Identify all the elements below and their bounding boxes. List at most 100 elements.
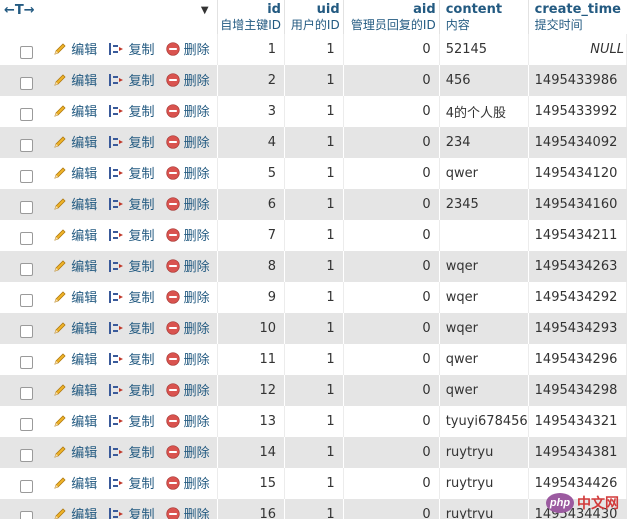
edit-link[interactable]: 编辑: [53, 287, 97, 306]
copy-label[interactable]: 复制: [128, 318, 154, 337]
copy-link[interactable]: 复制: [108, 504, 154, 519]
row-checkbox[interactable]: [20, 479, 33, 493]
cell-create-time[interactable]: 1495434321: [528, 406, 627, 437]
column-header-create-time[interactable]: create_time 提交时间: [528, 0, 626, 34]
row-checkbox[interactable]: [20, 231, 33, 245]
delete-label[interactable]: 删除: [184, 442, 210, 461]
edit-link[interactable]: 编辑: [53, 504, 97, 519]
column-name[interactable]: aid: [413, 2, 436, 17]
delete-link[interactable]: 删除: [165, 225, 210, 244]
cell-id[interactable]: 12: [217, 375, 285, 406]
cell-content[interactable]: qwer: [439, 344, 529, 375]
cell-content[interactable]: 4的个人股: [439, 96, 529, 127]
cell-content[interactable]: tyuyi678456: [439, 406, 529, 437]
copy-label[interactable]: 复制: [128, 380, 154, 399]
delete-link[interactable]: 删除: [165, 70, 210, 89]
copy-label[interactable]: 复制: [128, 70, 154, 89]
cell-id[interactable]: 6: [217, 189, 285, 220]
edit-link[interactable]: 编辑: [53, 132, 97, 151]
edit-link[interactable]: 编辑: [53, 442, 97, 461]
delete-link[interactable]: 删除: [165, 39, 210, 58]
cell-id[interactable]: 14: [217, 437, 285, 468]
edit-label[interactable]: 编辑: [71, 132, 97, 151]
delete-label[interactable]: 删除: [184, 39, 210, 58]
cell-aid[interactable]: 0: [343, 282, 440, 313]
cell-uid[interactable]: 1: [284, 499, 344, 519]
column-header-content[interactable]: content 内容: [439, 0, 529, 34]
edit-label[interactable]: 编辑: [71, 504, 97, 519]
delete-label[interactable]: 删除: [184, 287, 210, 306]
delete-label[interactable]: 删除: [184, 132, 210, 151]
copy-link[interactable]: 复制: [108, 39, 154, 58]
copy-link[interactable]: 复制: [108, 163, 154, 182]
edit-link[interactable]: 编辑: [53, 349, 97, 368]
delete-link[interactable]: 删除: [165, 256, 210, 275]
cell-aid[interactable]: 0: [343, 406, 440, 437]
edit-label[interactable]: 编辑: [71, 70, 97, 89]
cell-aid[interactable]: 0: [343, 468, 440, 499]
row-checkbox[interactable]: [20, 355, 33, 369]
delete-link[interactable]: 删除: [165, 473, 210, 492]
row-checkbox[interactable]: [20, 169, 33, 183]
cell-aid[interactable]: 0: [343, 499, 440, 519]
row-checkbox[interactable]: [20, 138, 33, 152]
cell-id[interactable]: 7: [217, 220, 285, 251]
row-checkbox[interactable]: [20, 107, 33, 121]
cell-create-time[interactable]: 1495434092: [528, 127, 626, 158]
cell-content[interactable]: 2345: [439, 189, 529, 220]
row-checkbox[interactable]: [20, 448, 33, 462]
cell-aid[interactable]: 0: [343, 65, 440, 96]
column-name[interactable]: id: [267, 2, 281, 17]
cell-create-time[interactable]: 1495434263: [528, 251, 626, 282]
cell-create-time[interactable]: 1495434293: [528, 313, 626, 344]
cell-content[interactable]: wqer: [439, 282, 529, 313]
cell-content[interactable]: wqer: [439, 251, 529, 282]
column-header-aid[interactable]: aid 管理员回复的ID: [343, 0, 440, 34]
cell-create-time[interactable]: 1495434211: [528, 220, 627, 251]
cell-uid[interactable]: 1: [284, 375, 344, 406]
delete-label[interactable]: 删除: [184, 473, 210, 492]
cell-aid[interactable]: 0: [343, 344, 440, 375]
delete-label[interactable]: 删除: [184, 318, 210, 337]
copy-label[interactable]: 复制: [128, 442, 154, 461]
cell-aid[interactable]: 0: [343, 96, 440, 127]
copy-link[interactable]: 复制: [108, 287, 154, 306]
edit-link[interactable]: 编辑: [53, 194, 97, 213]
row-checkbox[interactable]: [20, 293, 33, 307]
copy-link[interactable]: 复制: [108, 101, 154, 120]
edit-label[interactable]: 编辑: [71, 380, 97, 399]
row-checkbox[interactable]: [20, 262, 33, 276]
cell-id[interactable]: 9: [217, 282, 285, 313]
cell-content[interactable]: ruytryu: [439, 468, 529, 499]
cell-content[interactable]: ruytryu: [439, 437, 529, 468]
copy-link[interactable]: 复制: [108, 349, 154, 368]
cell-aid[interactable]: 0: [343, 313, 440, 344]
edit-label[interactable]: 编辑: [71, 101, 97, 120]
cell-create-time[interactable]: 1495433986: [528, 65, 626, 96]
edit-link[interactable]: 编辑: [53, 380, 97, 399]
delete-link[interactable]: 删除: [165, 163, 210, 182]
cell-uid[interactable]: 1: [284, 158, 344, 189]
cell-create-time[interactable]: NULL: [528, 34, 627, 65]
edit-label[interactable]: 编辑: [71, 163, 97, 182]
row-checkbox[interactable]: [20, 324, 33, 338]
edit-link[interactable]: 编辑: [53, 411, 97, 430]
cell-create-time[interactable]: 1495434292: [528, 282, 627, 313]
cell-uid[interactable]: 1: [284, 282, 344, 313]
cell-create-time[interactable]: 1495434160: [528, 189, 626, 220]
cell-create-time[interactable]: 1495433992: [528, 96, 627, 127]
cell-aid[interactable]: 0: [343, 251, 440, 282]
cell-aid[interactable]: 0: [343, 220, 440, 251]
edit-link[interactable]: 编辑: [53, 101, 97, 120]
edit-label[interactable]: 编辑: [71, 473, 97, 492]
cell-id[interactable]: 15: [217, 468, 285, 499]
copy-link[interactable]: 复制: [108, 442, 154, 461]
edit-label[interactable]: 编辑: [71, 411, 97, 430]
cell-create-time[interactable]: 1495434296: [528, 344, 627, 375]
cell-aid[interactable]: 0: [343, 34, 440, 65]
delete-label[interactable]: 删除: [184, 256, 210, 275]
cell-id[interactable]: 1: [217, 34, 285, 65]
cell-aid[interactable]: 0: [343, 375, 440, 406]
delete-link[interactable]: 删除: [165, 194, 210, 213]
cell-content[interactable]: qwer: [439, 158, 529, 189]
